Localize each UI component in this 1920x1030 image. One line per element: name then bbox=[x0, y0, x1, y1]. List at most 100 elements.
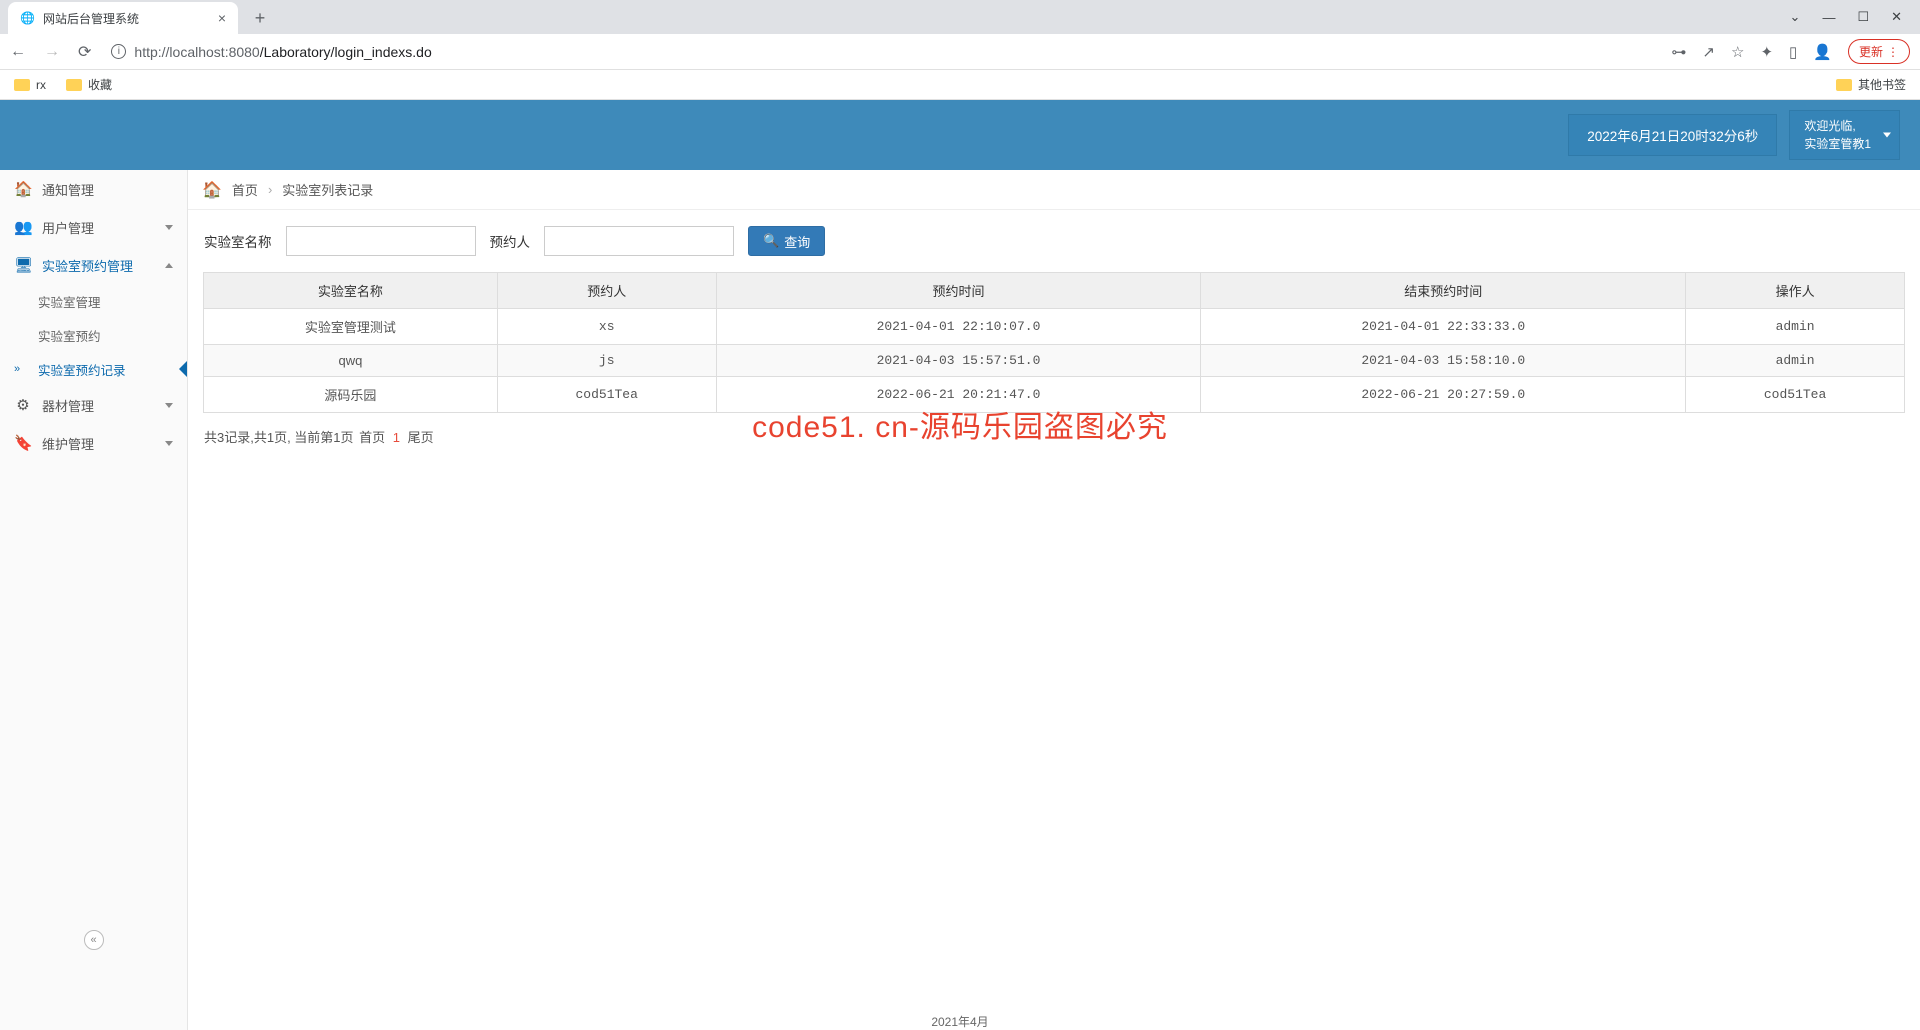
table-cell: 2021-04-03 15:58:10.0 bbox=[1201, 345, 1686, 377]
other-bookmarks[interactable]: 其他书签 bbox=[1836, 76, 1906, 93]
datetime-display: 2022年6月21日20时32分6秒 bbox=[1568, 114, 1777, 156]
chevron-down-icon[interactable]: ⌄ bbox=[1790, 9, 1801, 25]
table-cell: cod51Tea bbox=[1686, 377, 1905, 413]
bookmark-bar: rx 收藏 其他书签 bbox=[0, 70, 1920, 100]
close-icon[interactable]: × bbox=[218, 10, 226, 26]
back-icon[interactable]: ← bbox=[10, 43, 26, 61]
panel-icon[interactable]: ▯ bbox=[1789, 43, 1797, 61]
bookmark-rx[interactable]: rx bbox=[14, 78, 46, 92]
table-cell: 2022-06-21 20:21:47.0 bbox=[716, 377, 1201, 413]
table-cell: 2021-04-03 15:57:51.0 bbox=[716, 345, 1201, 377]
bookmark-favorites[interactable]: 收藏 bbox=[66, 76, 112, 93]
breadcrumb: 🏠 首页 › 实验室列表记录 bbox=[188, 170, 1920, 210]
sidebar-subitem[interactable]: 实验室预约 bbox=[0, 318, 187, 352]
browser-tab[interactable]: 🌐 网站后台管理系统 × bbox=[8, 2, 238, 34]
menu-icon: 👥 bbox=[14, 218, 32, 236]
sidebar-item-label: 用户管理 bbox=[42, 218, 94, 237]
sidebar: 🏠 通知管理 👥 用户管理 🖥 实验室预约管理实验室管理实验室预约实验室预约记录⚙器材管理… bbox=[0, 170, 188, 1030]
share-icon[interactable]: ↗ bbox=[1702, 43, 1715, 61]
sidebar-collapse-button[interactable]: « bbox=[84, 930, 104, 950]
url-path: /Laboratory/login_indexs.do bbox=[260, 44, 432, 60]
close-window-icon[interactable]: ✕ bbox=[1891, 9, 1902, 25]
table-row: 实验室管理测试xs2021-04-01 22:10:07.02021-04-01… bbox=[204, 309, 1905, 345]
minimize-icon[interactable]: — bbox=[1822, 10, 1835, 25]
app-header: 2022年6月21日20时32分6秒 欢迎光临, 实验室管教1 bbox=[0, 100, 1920, 170]
table-cell: 源码乐园 bbox=[204, 377, 498, 413]
sidebar-item[interactable]: 👥 用户管理 bbox=[0, 208, 187, 246]
table-cell: qwq bbox=[204, 345, 498, 377]
sidebar-item[interactable]: 🔖 维护管理 bbox=[0, 424, 187, 462]
table-header-cell: 预约人 bbox=[497, 273, 716, 309]
label-person: 预约人 bbox=[490, 231, 531, 251]
sidebar-subitem[interactable]: 实验室管理 bbox=[0, 284, 187, 318]
update-button[interactable]: 更新⋮ bbox=[1848, 39, 1910, 64]
pagination-summary: 共3记录,共1页, 当前第1页 bbox=[204, 430, 354, 445]
reload-icon[interactable]: ⟳ bbox=[78, 42, 91, 62]
avatar-icon[interactable]: 👤 bbox=[1813, 43, 1832, 61]
menu-icon: 🏠 bbox=[14, 180, 32, 198]
address-bar: ← → ⟳ i http://localhost:8080/Laboratory… bbox=[0, 34, 1920, 70]
sidebar-item[interactable]: ⚙器材管理 bbox=[0, 386, 187, 424]
puzzle-icon[interactable]: ✦ bbox=[1760, 43, 1773, 61]
forward-icon: → bbox=[44, 43, 60, 61]
menu-icon: 🔖 bbox=[14, 434, 32, 452]
search-icon: 🔍 bbox=[763, 233, 779, 249]
table-cell: cod51Tea bbox=[497, 377, 716, 413]
menu-icon: ⚙ bbox=[14, 396, 32, 414]
label-lab-name: 实验室名称 bbox=[204, 231, 272, 251]
folder-icon bbox=[14, 79, 30, 91]
tab-bar: 🌐 网站后台管理系统 × + ⌄ — ☐ ✕ bbox=[0, 0, 1920, 34]
browser-chrome: 🌐 网站后台管理系统 × + ⌄ — ☐ ✕ ← → ⟳ i http://lo… bbox=[0, 0, 1920, 100]
pagination-current[interactable]: 1 bbox=[393, 430, 400, 445]
input-person[interactable] bbox=[544, 226, 734, 256]
breadcrumb-home[interactable]: 首页 bbox=[232, 180, 258, 199]
sidebar-subitem[interactable]: 实验室预约记录 bbox=[0, 352, 187, 386]
pagination-last[interactable]: 尾页 bbox=[408, 430, 434, 445]
star-icon[interactable]: ☆ bbox=[1731, 43, 1744, 61]
table-header-row: 实验室名称预约人预约时间结束预约时间操作人 bbox=[204, 273, 1905, 309]
input-lab-name[interactable] bbox=[286, 226, 476, 256]
new-tab-button[interactable]: + bbox=[246, 4, 274, 32]
tab-title: 网站后台管理系统 bbox=[43, 10, 139, 27]
menu-icon: 🖥 bbox=[14, 256, 32, 274]
table-row: qwqjs2021-04-03 15:57:51.02021-04-03 15:… bbox=[204, 345, 1905, 377]
maximize-icon[interactable]: ☐ bbox=[1857, 9, 1869, 25]
table-header-cell: 操作人 bbox=[1686, 273, 1905, 309]
chevron-down-icon bbox=[1883, 133, 1891, 138]
sidebar-item[interactable]: 🖥 实验室预约管理 bbox=[0, 246, 187, 284]
table-cell: 2021-04-01 22:10:07.0 bbox=[716, 309, 1201, 345]
url-host: http://localhost bbox=[134, 44, 224, 60]
pagination: 共3记录,共1页, 当前第1页 首页 1 尾页 bbox=[188, 413, 1920, 460]
table-cell: admin bbox=[1686, 309, 1905, 345]
key-icon[interactable]: ⊶ bbox=[1671, 43, 1686, 61]
table-cell: xs bbox=[497, 309, 716, 345]
home-icon: 🏠 bbox=[202, 180, 222, 200]
url-field[interactable]: i http://localhost:8080/Laboratory/login… bbox=[103, 44, 1659, 60]
search-button[interactable]: 🔍 查询 bbox=[748, 226, 825, 256]
sidebar-item[interactable]: 🏠 通知管理 bbox=[0, 170, 187, 208]
sidebar-item-label: 维护管理 bbox=[42, 434, 94, 453]
welcome-text: 欢迎光临, bbox=[1804, 117, 1871, 135]
table-row: 源码乐园cod51Tea2022-06-21 20:21:47.02022-06… bbox=[204, 377, 1905, 413]
table-cell: 实验室管理测试 bbox=[204, 309, 498, 345]
table-cell: 2021-04-01 22:33:33.0 bbox=[1201, 309, 1686, 345]
table-cell: admin bbox=[1686, 345, 1905, 377]
table-cell: 2022-06-21 20:27:59.0 bbox=[1201, 377, 1686, 413]
main-content: 🏠 首页 › 实验室列表记录 实验室名称 预约人 🔍 查询 实验室名称预约人预约… bbox=[188, 170, 1920, 1030]
sidebar-item-label: 通知管理 bbox=[42, 180, 94, 199]
search-bar: 实验室名称 预约人 🔍 查询 bbox=[188, 210, 1920, 272]
footer-date: 2021年4月 bbox=[931, 1013, 988, 1030]
table-header-cell: 结束预约时间 bbox=[1201, 273, 1686, 309]
folder-icon bbox=[66, 79, 82, 91]
globe-icon: 🌐 bbox=[20, 11, 35, 25]
pagination-first[interactable]: 首页 bbox=[359, 430, 385, 445]
user-menu[interactable]: 欢迎光临, 实验室管教1 bbox=[1789, 110, 1900, 160]
table-cell: js bbox=[497, 345, 716, 377]
username-text: 实验室管教1 bbox=[1804, 135, 1871, 153]
folder-icon bbox=[1836, 79, 1852, 91]
table-header-cell: 预约时间 bbox=[716, 273, 1201, 309]
sidebar-item-label: 实验室预约管理 bbox=[42, 256, 133, 275]
info-icon[interactable]: i bbox=[111, 44, 126, 59]
breadcrumb-current: 实验室列表记录 bbox=[282, 180, 373, 199]
window-controls: ⌄ — ☐ ✕ bbox=[1790, 0, 1920, 34]
